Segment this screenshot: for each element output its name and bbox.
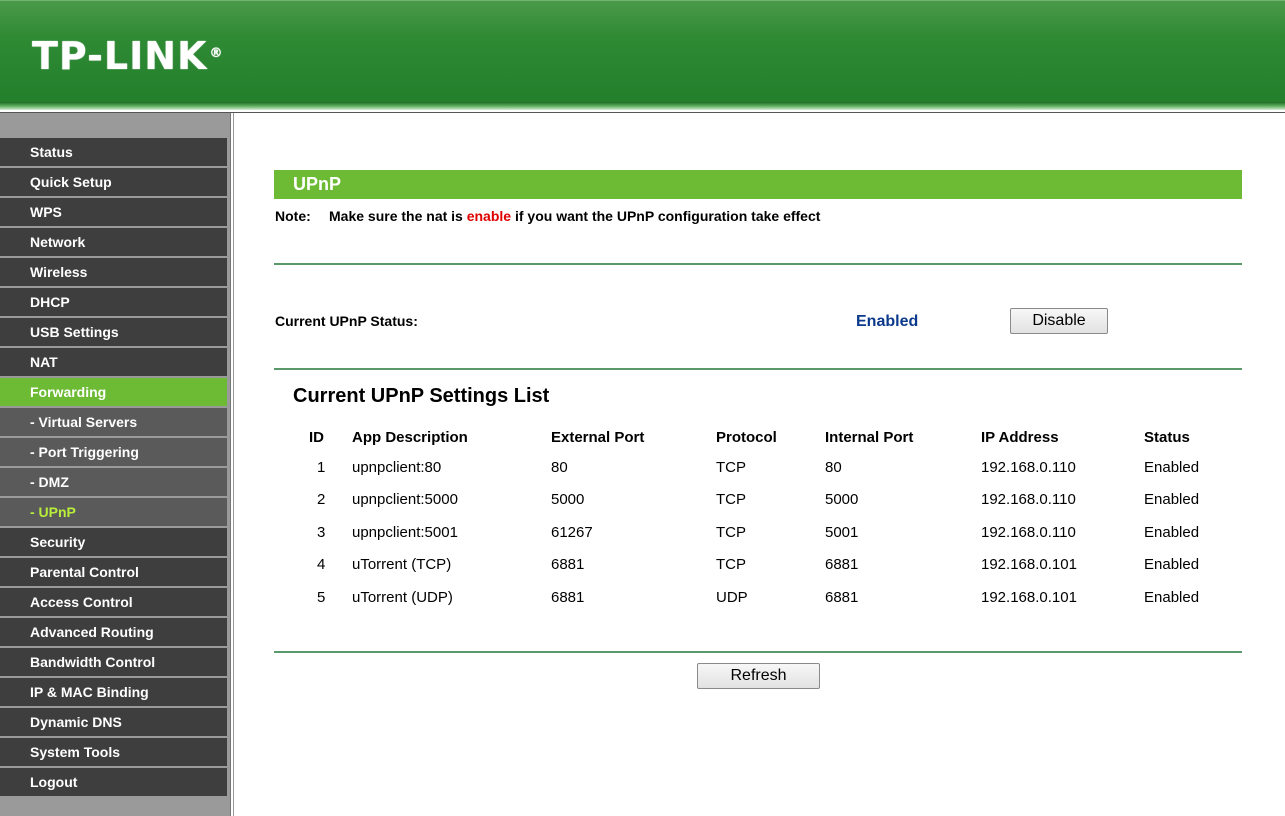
sidebar-item-upnp[interactable]: - UPnP [0, 498, 227, 526]
cell-internal-port: 5001 [825, 523, 859, 541]
sidebar-item-system-tools[interactable]: System Tools [0, 738, 227, 766]
cell-external-port: 6881 [551, 556, 585, 574]
cell-protocol: TCP [716, 491, 746, 509]
note-highlight: enable [466, 208, 512, 224]
cell-status: Enabled [1144, 458, 1200, 476]
cell-external-port: 6881 [551, 588, 585, 606]
table-header-row: ID App Description External Port Protoco… [293, 423, 1234, 451]
col-header-id: ID [309, 428, 324, 446]
cell-internal-port: 6881 [825, 556, 859, 574]
sidebar-item-dhcp[interactable]: DHCP [0, 288, 227, 316]
cell-status: Enabled [1144, 491, 1200, 509]
cell-status: Enabled [1144, 588, 1200, 606]
note-text-after: if you want the UPnP configuration take … [511, 208, 821, 224]
divider-3 [274, 651, 1242, 653]
cell-app-description: uTorrent (TCP) [352, 556, 452, 574]
sidebar-item-access-control[interactable]: Access Control [0, 588, 227, 616]
page-title: UPnP [274, 170, 1242, 199]
cell-id: 2 [317, 491, 326, 509]
cell-internal-port: 80 [825, 458, 842, 476]
cell-id: 1 [317, 458, 326, 476]
logo-text: TP-LINK [32, 34, 208, 78]
sidebar-item-wps[interactable]: WPS [0, 198, 227, 226]
cell-protocol: UDP [716, 588, 748, 606]
sidebar-item-port-triggering[interactable]: - Port Triggering [0, 438, 227, 466]
logo-registered-mark: ® [209, 46, 224, 61]
table-row: 4 uTorrent (TCP) 6881 TCP 6881 192.168.0.101 E… [293, 549, 1234, 582]
upnp-status-label: Current UPnP Status: [275, 313, 418, 329]
sidebar: Status Quick Setup WPS Network Wireless DHCP U… [0, 113, 230, 816]
sidebar-item-bandwidth-control[interactable]: Bandwidth Control [0, 648, 227, 676]
cell-external-port: 61267 [551, 523, 593, 541]
settings-list-title: Current UPnP Settings List [293, 385, 550, 407]
cell-ip-address: 192.168.0.110 [981, 458, 1076, 476]
cell-external-port: 80 [551, 458, 568, 476]
sidebar-item-nat[interactable]: NAT [0, 348, 227, 376]
header-top-stripe [0, 0, 1285, 1]
note-text-before: Make sure the nat is [329, 208, 467, 224]
sidebar-item-forwarding[interactable]: Forwarding [0, 378, 227, 406]
note: Note: Make sure the nat is enable if you … [275, 208, 820, 224]
header: TP-LINK ® [0, 0, 1285, 104]
cell-app-description: upnpclient:80 [352, 458, 442, 476]
sidebar-item-network[interactable]: Network [0, 228, 227, 256]
col-header-external-port: External Port [551, 428, 645, 446]
refresh-button[interactable]: Refresh [697, 663, 820, 689]
main-content: UPnP Note: Make sure the nat is enable if… [234, 113, 1285, 816]
table-row: 3 upnpclient:5001 61267 TCP 5001 192.168.0.11… [293, 516, 1234, 549]
sidebar-menu: Status Quick Setup WPS Network Wireless DHCP U… [0, 138, 230, 796]
upnp-settings-table: ID App Description External Port Protoco… [293, 423, 1234, 614]
sidebar-item-security[interactable]: Security [0, 528, 227, 556]
cell-internal-port: 5000 [825, 491, 859, 509]
sidebar-item-logout[interactable]: Logout [0, 768, 227, 796]
sidebar-item-virtual-servers[interactable]: - Virtual Servers [0, 408, 227, 436]
cell-id: 3 [317, 523, 326, 541]
cell-ip-address: 192.168.0.101 [981, 588, 1077, 606]
col-header-app-description: App Description [352, 428, 468, 446]
table-row: 1 upnpclient:80 80 TCP 80 192.168.0.110 Enable… [293, 451, 1234, 484]
cell-protocol: TCP [716, 556, 746, 574]
cell-protocol: TCP [716, 458, 746, 476]
tp-link-logo: TP-LINK ® [32, 36, 223, 76]
cell-ip-address: 192.168.0.110 [981, 523, 1076, 541]
cell-status: Enabled [1144, 523, 1200, 541]
col-header-ip-address: IP Address [981, 428, 1059, 446]
cell-status: Enabled [1144, 556, 1200, 574]
sidebar-item-dmz[interactable]: - DMZ [0, 468, 227, 496]
table-body: 1 upnpclient:80 80 TCP 80 192.168.0.110 Enable… [293, 451, 1234, 614]
header-bottom-band [0, 102, 1285, 110]
cell-app-description: upnpclient:5000 [352, 491, 458, 509]
divider-2 [274, 368, 1242, 370]
sidebar-item-quick-setup[interactable]: Quick Setup [0, 168, 227, 196]
col-header-internal-port: Internal Port [825, 428, 914, 446]
cell-ip-address: 192.168.0.110 [981, 491, 1076, 509]
disable-button[interactable]: Disable [1010, 308, 1108, 334]
cell-ip-address: 192.168.0.101 [981, 556, 1077, 574]
sidebar-top-gap [0, 113, 230, 138]
sidebar-item-usb-settings[interactable]: USB Settings [0, 318, 227, 346]
cell-protocol: TCP [716, 523, 746, 541]
sidebar-item-advanced-routing[interactable]: Advanced Routing [0, 618, 227, 646]
cell-id: 5 [317, 588, 326, 606]
sidebar-item-status[interactable]: Status [0, 138, 227, 166]
upnp-status-value: Enabled [856, 313, 919, 330]
sidebar-item-ip-mac-binding[interactable]: IP & MAC Binding [0, 678, 227, 706]
cell-app-description: upnpclient:5001 [352, 523, 458, 541]
col-header-status: Status [1144, 428, 1190, 446]
table-row: 2 upnpclient:5000 5000 TCP 5000 192.168.0.110… [293, 484, 1234, 517]
sidebar-item-dynamic-dns[interactable]: Dynamic DNS [0, 708, 227, 736]
cell-id: 4 [317, 556, 326, 574]
cell-internal-port: 6881 [825, 588, 859, 606]
table-row: 5 uTorrent (UDP) 6881 UDP 6881 192.168.0.101 E… [293, 581, 1234, 614]
sidebar-item-parental-control[interactable]: Parental Control [0, 558, 227, 586]
col-header-protocol: Protocol [716, 428, 777, 446]
divider-1 [274, 263, 1242, 265]
cell-external-port: 5000 [551, 491, 585, 509]
note-label: Note: [275, 208, 311, 224]
sidebar-item-wireless[interactable]: Wireless [0, 258, 227, 286]
cell-app-description: uTorrent (UDP) [352, 588, 453, 606]
